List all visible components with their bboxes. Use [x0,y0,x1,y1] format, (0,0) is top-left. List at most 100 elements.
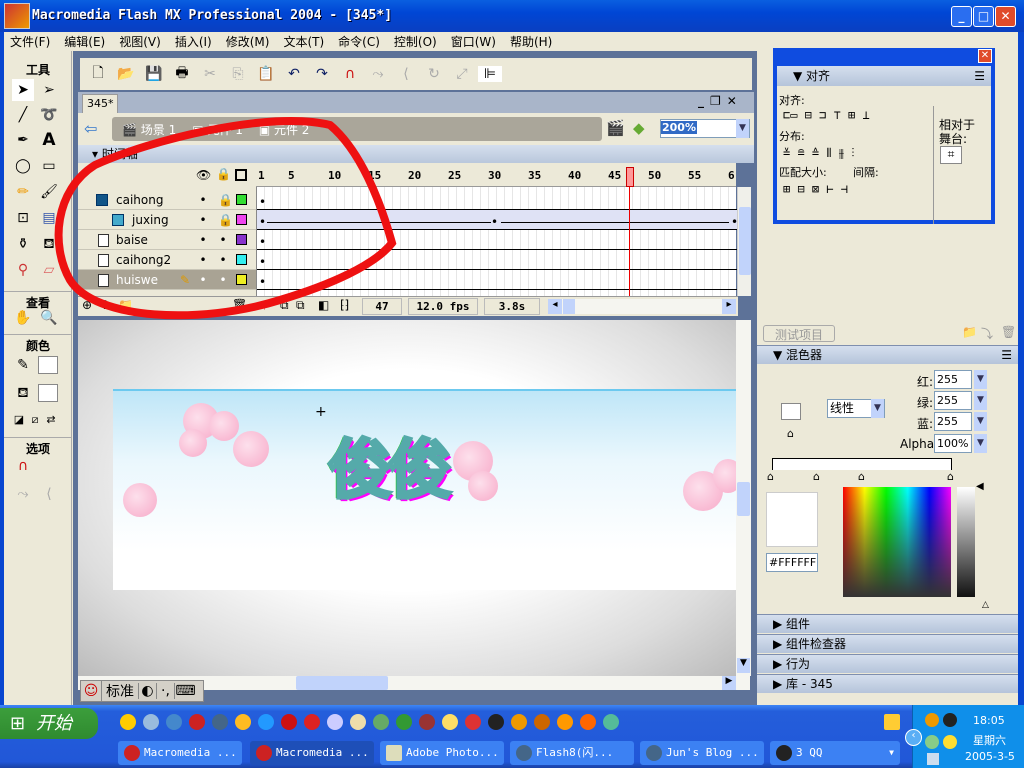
stage-text[interactable]: 俊俊 [327,419,454,511]
stroke-color-swatch[interactable] [38,356,58,374]
breadcrumb-scene[interactable]: 🎬 场景 1 [122,121,176,138]
maximize-button[interactable]: □ [973,6,994,27]
keyframe[interactable]: • [259,195,266,209]
red-input[interactable]: 255 [934,370,972,389]
quick-launch-icon[interactable] [143,714,159,730]
onion-markers-icon[interactable]: ⁅⁆ [340,298,349,312]
oval-tool-icon[interactable]: ◯ [12,155,34,177]
alpha-dropdown-icon[interactable]: ▼ [974,434,987,453]
task-flash8-browser[interactable]: Flash8(闪... [510,741,634,765]
layer-row[interactable]: juxing • 🔒 [78,210,256,230]
hand-tool-icon[interactable]: ✋ [12,307,34,329]
visible-dot[interactable]: • [198,190,208,210]
quick-launch-icon[interactable] [442,714,458,730]
keyframe[interactable]: • [259,255,266,269]
gradient-bar[interactable] [772,458,952,470]
brightness-slider[interactable] [957,487,975,597]
new-folder-icon[interactable]: 📁 [962,325,977,339]
chevron-down-icon[interactable]: ▼ [889,741,894,765]
clock-time[interactable]: 18:05 [973,714,1005,727]
stage-vertical-scrollbar[interactable]: ▼ [736,320,751,676]
lock-icon[interactable]: 🔒 [218,210,233,230]
lock-icon[interactable]: 🔒 [218,190,233,210]
smooth-icon[interactable]: ⤳ [366,66,390,82]
close-icon[interactable]: ✕ [978,49,992,63]
close-button[interactable]: ✕ [995,6,1016,27]
task-flash-1[interactable]: Macromedia ... [118,741,242,765]
minimize-button[interactable]: _ [951,6,972,27]
quick-launch-icon[interactable] [120,714,136,730]
quick-launch-icon[interactable] [465,714,481,730]
keyframe[interactable]: • [259,235,266,249]
menu-view[interactable]: 视图(V) [119,33,161,50]
cut-icon[interactable]: ✂ [198,66,222,82]
quick-launch-icon[interactable] [511,714,527,730]
menu-edit[interactable]: 编辑(E) [64,33,105,50]
quick-launch-icon[interactable] [212,714,228,730]
outline-icon[interactable] [235,169,247,181]
copy-icon[interactable]: ⎘ [226,66,250,82]
ink-bottle-tool-icon[interactable]: ⚱ [12,233,34,255]
align-panel-header[interactable]: ▼ 对齐 ☰ [777,66,991,86]
onion-skin-icon[interactable]: ⧉ [280,298,289,313]
scroll-right-icon[interactable]: ▶ [722,676,736,690]
scroll-down-icon[interactable]: ▼ [737,658,750,673]
visible-dot[interactable]: • [198,210,208,230]
winrar-icon[interactable] [419,714,435,730]
quick-launch-icon[interactable] [350,714,366,730]
paste-icon[interactable]: 📋 [254,66,278,82]
start-button[interactable]: ⊞ 开始 [0,708,98,739]
zoom-tool-icon[interactable]: 🔍 [38,307,60,329]
blue-dropdown-icon[interactable]: ▼ [974,412,987,431]
msn-tray-icon[interactable] [925,735,939,749]
scale-icon[interactable]: ⤢ [450,66,474,82]
task-flash-2[interactable]: Macromedia ... [250,741,374,765]
eraser-tool-icon[interactable]: ▱ [38,259,60,281]
timeline-header[interactable]: ▾ 时间轴 [78,145,754,163]
layer-row[interactable]: caihong2 • • [78,250,256,270]
subselect-tool-icon[interactable]: ➢ [38,79,60,101]
flash-app-icon[interactable] [4,3,30,29]
scroll-thumb[interactable] [737,482,750,516]
paint-bucket-tool-icon[interactable]: ⛾ [38,233,60,255]
hex-input[interactable]: #FFFFFF [766,553,818,572]
color-spectrum[interactable] [843,487,951,597]
undo-icon[interactable]: ↶ [282,66,306,82]
straighten-option-icon[interactable]: ⟨ [38,483,60,505]
rectangle-tool-icon[interactable]: ▭ [38,155,60,177]
add-layer-icon[interactable]: ⊕ [82,298,92,312]
punctuation-icon[interactable]: ·, [156,683,174,699]
green-dropdown-icon[interactable]: ▼ [974,391,987,410]
frame-row[interactable]: • [257,190,737,210]
quick-launch-icon[interactable] [534,714,550,730]
panel-menu-icon[interactable]: ☰ [1001,346,1012,364]
rotate-icon[interactable]: ↻ [422,66,446,82]
edit-multiple-frames-icon[interactable]: ◧ [318,298,329,312]
lock-dot[interactable]: • [218,270,228,290]
frame-row[interactable]: • [257,270,737,290]
test-items-button[interactable]: 测试项目 [763,325,835,342]
chevron-down-icon[interactable]: ▼ [871,399,884,418]
smooth-option-icon[interactable]: ⤳ [12,483,34,505]
brush-tool-icon[interactable]: 🖌 [38,181,60,203]
distribute-buttons-row[interactable]: ≚ ≘ ≙ ⫴ ⫵ ⫶ [783,146,854,161]
pen-tool-icon[interactable]: ✒ [12,129,34,151]
layer-color-swatch[interactable] [236,214,247,225]
stage-workspace[interactable]: 俊俊 + [78,320,743,676]
layer-color-swatch[interactable] [236,254,247,265]
center-frame-icon[interactable]: ⫯ [262,298,267,313]
line-tool-icon[interactable]: ╱ [12,104,34,126]
trash-icon[interactable]: 🗑 [1001,325,1016,339]
green-input[interactable]: 255 [934,391,972,410]
match-size-buttons-row[interactable]: ⊞ ⊟ ⊠ ⊢ ⊣ [783,182,848,196]
quick-launch-icon[interactable] [373,714,389,730]
ie-icon[interactable] [258,714,274,730]
layer-color-swatch[interactable] [236,234,247,245]
snap-magnet-icon[interactable]: ∩ [12,455,34,477]
lasso-tool-icon[interactable]: ➰ [38,104,60,126]
quick-launch-icon[interactable] [580,714,596,730]
keyframe[interactable]: • [259,215,266,229]
quick-launch-icon[interactable] [235,714,251,730]
flash-icon[interactable] [281,714,297,730]
layer-row-selected[interactable]: huiswe ✎ • • [78,270,256,290]
